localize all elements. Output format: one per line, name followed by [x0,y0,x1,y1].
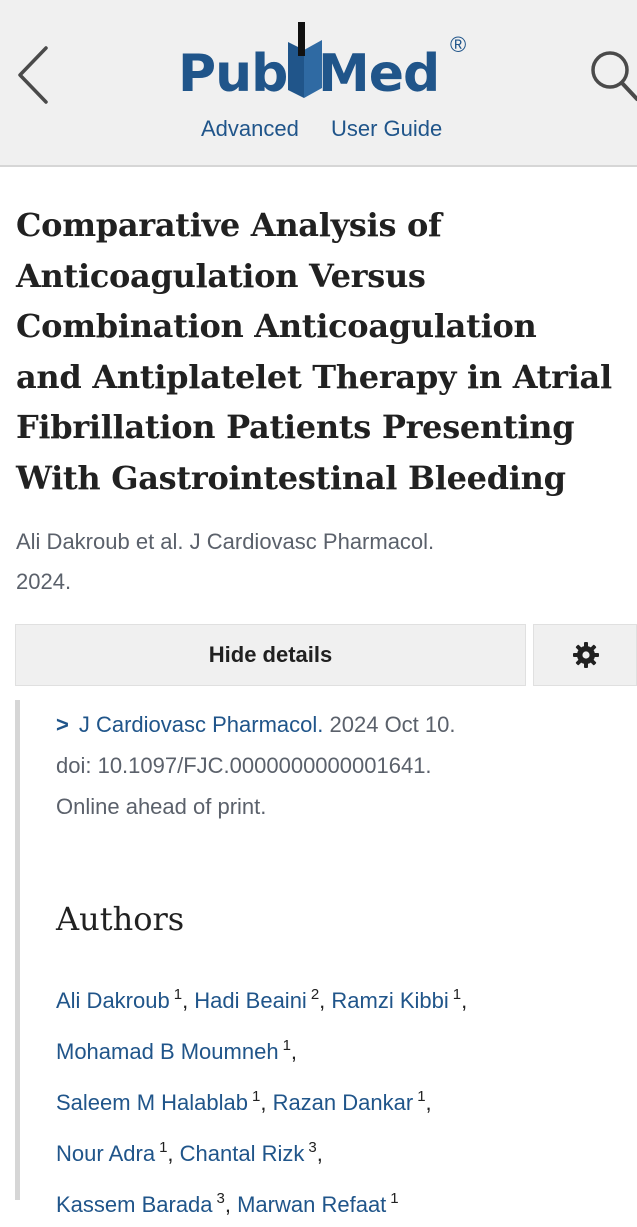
publication-status: Online ahead of print. [56,794,267,819]
affiliation-marker[interactable]: 1 [174,986,182,1003]
affiliation-marker[interactable]: 1 [283,1037,291,1054]
author-link[interactable]: Mohamad B Moumneh [56,1039,279,1064]
author-link[interactable]: Ramzi Kibbi [331,988,448,1013]
advanced-search-link[interactable]: Advanced [201,116,299,142]
short-citation: Ali Dakroub et al. J Cardiovasc Pharmaco… [16,522,616,602]
authors-list: Ali Dakroub 1, Hadi Beaini 2, Ramzi Kibbi 1… [56,986,468,1217]
affiliation-marker[interactable]: 2 [311,986,319,1003]
author-link[interactable]: Kassem Barada [56,1192,213,1217]
search-button[interactable] [582,44,637,104]
search-icon [591,51,637,101]
title-line: Fibrillation Patients Presenting [16,408,575,446]
author-link[interactable]: Hadi Beaini [194,988,307,1013]
back-button[interactable] [12,40,56,110]
author-link[interactable]: Marwan Refaat [237,1192,386,1217]
author-link[interactable]: Ali Dakroub [56,988,170,1013]
user-guide-link[interactable]: User Guide [331,116,442,142]
title-line: With Gastrointestinal Bleeding [16,458,566,497]
authors-heading: Authors [56,900,185,938]
title-line: Anticoagulation Versus [16,256,426,295]
gear-icon [573,642,599,668]
affiliation-marker[interactable]: 3 [308,1139,316,1156]
journal-link[interactable]: J Cardiovasc Pharmacol. [79,712,324,737]
article-details: > J Cardiovasc Pharmacol. 2024 Oct 10. do… [15,700,637,1217]
display-options-button[interactable] [533,624,637,686]
hide-details-button[interactable]: Hide details [15,624,526,686]
publication-date: 2024 Oct 10. [323,712,456,737]
registered-mark: ® [450,32,467,57]
affiliation-marker[interactable]: 1 [453,986,461,1003]
doi-text: doi: 10.1097/FJC.0000000000001641. [56,753,432,778]
pubmed-logo[interactable]: Pub Med ® [178,22,478,104]
title-line: and Antiplatelet Therapy in Atrial [16,357,612,396]
author-link[interactable]: Saleem M Halablab [56,1090,248,1115]
chevron-left-icon [18,46,48,104]
affiliation-marker[interactable]: 1 [390,1190,398,1207]
author-link[interactable]: Chantal Rizk [180,1141,305,1166]
author-link[interactable]: Razan Dankar [273,1090,414,1115]
title-line: Comparative Analysis of [16,206,442,244]
author-link[interactable]: Nour Adra [56,1141,155,1166]
logo-med-text: Med [318,44,440,104]
citation-line: Ali Dakroub et al. J Cardiovasc Pharmaco… [16,529,435,554]
chevron-right-icon[interactable]: > [56,712,69,737]
citation-line: 2024. [16,569,72,594]
affiliation-marker[interactable]: 3 [217,1190,225,1207]
affiliation-marker[interactable]: 1 [417,1088,425,1105]
app-header: Pub Med ® Advanced User Guide [0,0,637,167]
journal-citation: > J Cardiovasc Pharmacol. 2024 Oct 10. do… [56,704,616,827]
title-line: Combination Anticoagulation [16,307,537,345]
article-title: Comparative Analysis of Anticoagulation … [16,200,631,503]
logo-pub-text: Pub [178,44,288,104]
